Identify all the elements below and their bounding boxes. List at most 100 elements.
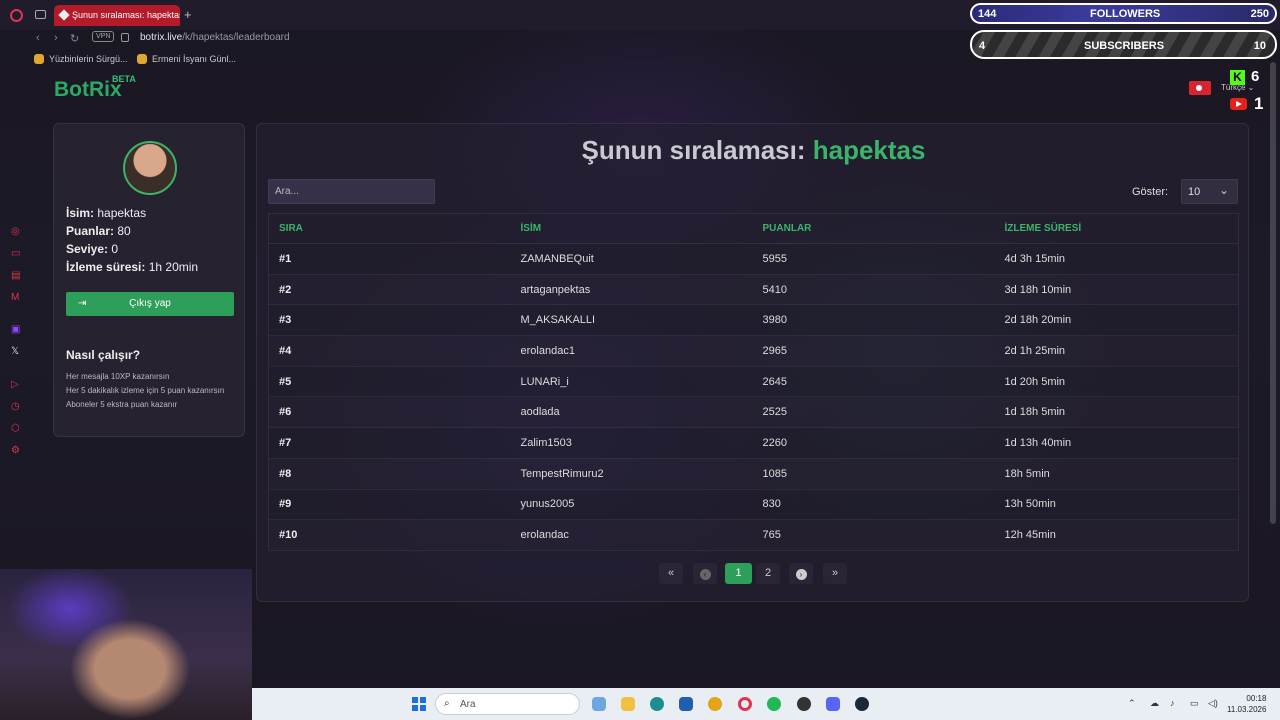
turkey-flag-icon[interactable] [1189, 81, 1211, 95]
taskbar-search[interactable]: ⌕ Ara [435, 693, 580, 715]
tab-title: Şunun sıralaması: hapektas [72, 10, 180, 20]
name-cell: aodlada [510, 396, 753, 429]
col-header-points[interactable]: PUANLAR [752, 213, 995, 244]
discord-icon[interactable] [826, 697, 840, 711]
last-page-button[interactable]: » [823, 563, 847, 584]
workspaces-icon[interactable] [35, 10, 46, 19]
page-size-select[interactable]: 10 ⌄ [1181, 179, 1238, 204]
watchtime-cell: 12h 45min [994, 519, 1239, 551]
table-row: #10 erolandac 765 12h 45min [268, 519, 1239, 551]
sidebar-icon-5[interactable]: ▷ [11, 379, 19, 390]
opera-taskbar-icon[interactable] [738, 697, 752, 711]
store-icon[interactable] [679, 697, 693, 711]
youtube-viewer-count: 1 [1254, 94, 1264, 113]
file-explorer-icon[interactable] [621, 697, 635, 711]
kick-viewer-count: 6 [1251, 68, 1260, 85]
rank-cell: #10 [268, 519, 511, 551]
points-cell: 5410 [752, 274, 995, 306]
points-cell: 1085 [752, 458, 995, 490]
edge-icon[interactable] [650, 697, 664, 711]
obs-icon[interactable] [797, 697, 811, 711]
subscribers-goal-bar: 4 SUBSCRIBERS 10 [970, 30, 1277, 59]
copilot-icon[interactable] [592, 697, 606, 711]
favicon-icon [58, 9, 70, 21]
sidebar-icon-1[interactable]: ◎ [11, 226, 20, 237]
prev-icon: ‹ [699, 569, 711, 580]
webcam-overlay [0, 569, 252, 720]
name-cell: artaganpektas [510, 274, 753, 306]
watchtime-cell: 1d 13h 40min [994, 427, 1239, 459]
sidebar-icon-2[interactable]: ▭ [11, 248, 20, 259]
browser-tab-active[interactable]: Şunun sıralaması: hapektas [54, 5, 180, 26]
watchtime-cell: 2d 1h 25min [994, 335, 1239, 367]
kick-icon: K [1230, 70, 1245, 85]
profile-name: İsim: hapektas [66, 206, 147, 220]
table-row: #3 M_AKSAKALLI 3980 2d 18h 20min [268, 304, 1239, 337]
next-page-button[interactable]: › [789, 563, 813, 584]
twitch-icon[interactable]: ▣ [11, 324, 20, 335]
rank-cell: #7 [268, 427, 511, 459]
new-tab-icon[interactable]: + [184, 7, 192, 22]
page-1-button[interactable]: 1 [725, 563, 752, 584]
rank-cell: #8 [268, 458, 511, 490]
reload-icon[interactable]: ↻ [70, 32, 79, 45]
rank-cell: #4 [268, 335, 511, 367]
microphone-icon[interactable]: ♪ [1170, 698, 1175, 708]
history-icon[interactable]: ◷ [11, 401, 20, 412]
table-row: #4 erolandac1 2965 2d 1h 25min [268, 335, 1239, 367]
page-title: Şunun sıralaması: hapektas [581, 135, 926, 165]
table-row: #8 TempestRimuru2 1085 18h 5min [268, 458, 1239, 490]
lock-icon[interactable] [121, 33, 129, 42]
steam-icon[interactable] [855, 697, 869, 711]
network-icon[interactable]: ☁ [1150, 698, 1159, 709]
clock[interactable]: 00:18 11.03.2026 [1227, 693, 1266, 715]
how-item: Her 5 dakikalık izleme için 5 puan kazan… [66, 386, 225, 395]
beta-badge: BETA [112, 74, 136, 84]
col-header-name[interactable]: İSİM [510, 213, 753, 244]
back-icon[interactable]: ‹ [36, 32, 40, 44]
settings-icon[interactable]: ⚙ [11, 445, 20, 456]
profile-points: Puanlar: 80 [66, 224, 131, 238]
name-cell: erolandac1 [510, 335, 753, 367]
chrome-icon[interactable] [708, 697, 722, 711]
watchtime-cell: 3d 18h 10min [994, 274, 1239, 306]
rank-cell: #6 [268, 396, 511, 429]
col-header-watchtime[interactable]: İZLEME SÜRESİ [994, 213, 1239, 244]
next-icon: › [795, 569, 807, 580]
display-icon[interactable]: ▭ [1190, 698, 1199, 709]
page-2-button[interactable]: 2 [756, 563, 780, 584]
bookmark-1[interactable]: Yüzbinlerin Sürgü... [34, 54, 128, 64]
url-field[interactable]: botrix.live/k/hapektas/leaderboard [140, 32, 290, 43]
opera-icon[interactable] [10, 9, 23, 22]
watchtime-cell: 4d 3h 15min [994, 243, 1239, 275]
forward-icon[interactable]: › [54, 32, 58, 44]
sidebar-icon-6[interactable]: ⬡ [11, 423, 20, 434]
table-row: #6 aodlada 2525 1d 18h 5min [268, 396, 1239, 429]
sidebar-icon-3[interactable]: ▤ [11, 270, 20, 281]
x-icon[interactable]: 𝕏 [11, 346, 19, 357]
scrollbar[interactable] [1270, 62, 1276, 524]
how-it-works-title: Nasıl çalışır? [66, 348, 141, 362]
first-page-button[interactable]: « [659, 563, 683, 584]
watchtime-cell: 1d 18h 5min [994, 396, 1239, 429]
spotify-icon[interactable] [767, 697, 781, 711]
logout-button[interactable]: ⇥ Çıkış yap [66, 292, 234, 316]
rank-cell: #5 [268, 366, 511, 398]
sidebar-icon-4[interactable]: M [11, 292, 19, 303]
rank-cell: #1 [268, 243, 511, 275]
col-header-rank[interactable]: SIRA [268, 213, 511, 244]
windows-start-icon[interactable] [412, 697, 426, 711]
name-cell: Zalim1503 [510, 427, 753, 459]
chevron-up-icon[interactable]: ⌃ [1128, 698, 1136, 709]
table-row: #7 Zalim1503 2260 1d 13h 40min [268, 427, 1239, 459]
bookmark-2[interactable]: Ermeni İsyanı Günl... [137, 54, 236, 64]
name-cell: LUNARi_i [510, 366, 753, 398]
prev-page-button[interactable]: ‹ [693, 563, 717, 584]
volume-icon[interactable]: ◁) [1208, 698, 1218, 709]
search-input[interactable] [268, 179, 435, 204]
vpn-badge[interactable]: VPN [92, 31, 115, 42]
points-cell: 2645 [752, 366, 995, 398]
botrix-logo[interactable]: BotRix BETA [54, 74, 136, 102]
profile-card: İsim: hapektas Puanlar: 80 Seviye: 0 İzl… [53, 123, 245, 437]
how-item: Aboneler 5 ekstra puan kazanır [66, 400, 178, 409]
